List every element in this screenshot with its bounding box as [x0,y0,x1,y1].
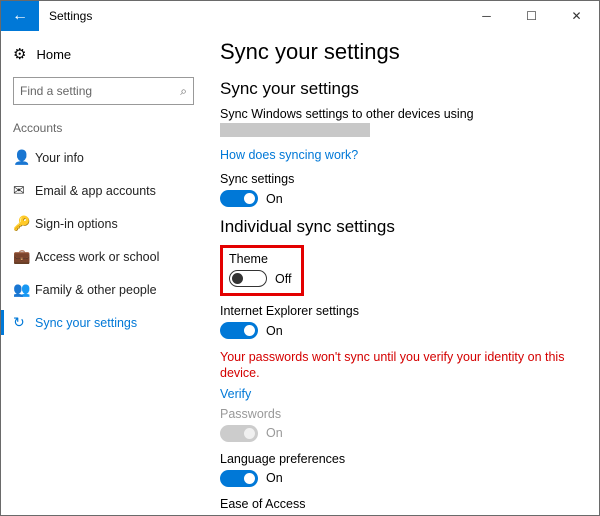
minimize-button[interactable]: ─ [464,1,509,31]
search-placeholder: Find a setting [20,84,92,98]
sidebar-item-label: Email & app accounts [35,184,156,198]
key-icon: 🔑 [13,215,35,232]
highlight-box: Theme Off [220,245,304,296]
home-nav[interactable]: ⚙ Home [1,39,206,69]
sidebar-item-family[interactable]: 👥 Family & other people [1,273,206,306]
toggle-state: On [266,426,283,440]
briefcase-icon: 💼 [13,248,35,265]
sync-settings-toggle[interactable] [220,190,258,207]
passwords-toggle [220,425,258,442]
sync-description: Sync Windows settings to other devices u… [220,107,581,121]
account-name-redacted [220,123,370,137]
ie-toggle[interactable] [220,322,258,339]
toggle-passwords: Passwords On [220,407,581,442]
toggle-label: Language preferences [220,452,581,466]
window-controls: ─ ☐ ✕ [464,1,599,31]
section-heading-sync: Sync your settings [220,79,581,99]
toggle-label: Sync settings [220,172,581,186]
mail-icon: ✉ [13,182,35,199]
back-button[interactable]: ← [1,1,39,31]
titlebar: ← Settings ─ ☐ ✕ [1,1,599,31]
page-title: Sync your settings [220,39,581,65]
toggle-sync-settings: Sync settings On [220,172,581,207]
minimize-icon: ─ [482,9,491,23]
language-toggle[interactable] [220,470,258,487]
toggle-state: On [266,471,283,485]
sidebar-item-email[interactable]: ✉ Email & app accounts [1,174,206,207]
content-pane: Sync your settings Sync your settings Sy… [206,31,599,515]
window-title: Settings [39,9,464,23]
sidebar-item-label: Sync your settings [35,316,137,330]
theme-toggle[interactable] [229,270,267,287]
toggle-label: Theme [229,252,291,266]
toggle-state: On [266,324,283,338]
toggle-label: Internet Explorer settings [220,304,581,318]
toggle-language: Language preferences On [220,452,581,487]
back-arrow-icon: ← [12,7,28,25]
toggle-state: Off [275,272,291,286]
toggle-label: Passwords [220,407,581,421]
sync-icon: ↻ [13,314,35,331]
sidebar-section-label: Accounts [1,117,206,141]
maximize-icon: ☐ [526,9,537,23]
toggle-theme: Theme Off [229,252,291,287]
maximize-button[interactable]: ☐ [509,1,554,31]
close-button[interactable]: ✕ [554,1,599,31]
verify-link[interactable]: Verify [220,387,251,401]
how-syncing-works-link[interactable]: How does syncing work? [220,148,358,162]
home-label: Home [36,47,71,62]
password-warning: Your passwords won't sync until you veri… [220,349,581,382]
sidebar-item-signin[interactable]: 🔑 Sign-in options [1,207,206,240]
sidebar-item-work-school[interactable]: 💼 Access work or school [1,240,206,273]
toggle-ease-label: Ease of Access [220,497,581,511]
search-input[interactable]: Find a setting ⌕ [13,77,194,105]
close-icon: ✕ [571,9,581,23]
sidebar-item-label: Your info [35,151,84,165]
sidebar: ⚙ Home Find a setting ⌕ Accounts 👤 Your … [1,31,206,515]
people-icon: 👥 [13,281,35,298]
toggle-ie: Internet Explorer settings On [220,304,581,339]
toggle-state: On [266,192,283,206]
sidebar-item-label: Sign-in options [35,217,118,231]
sidebar-item-sync[interactable]: ↻ Sync your settings [1,306,206,339]
sidebar-item-your-info[interactable]: 👤 Your info [1,141,206,174]
sidebar-item-label: Access work or school [35,250,159,264]
person-icon: 👤 [13,149,35,166]
gear-icon: ⚙ [13,45,26,63]
sidebar-item-label: Family & other people [35,283,157,297]
section-heading-individual: Individual sync settings [220,217,581,237]
search-icon: ⌕ [180,84,187,99]
